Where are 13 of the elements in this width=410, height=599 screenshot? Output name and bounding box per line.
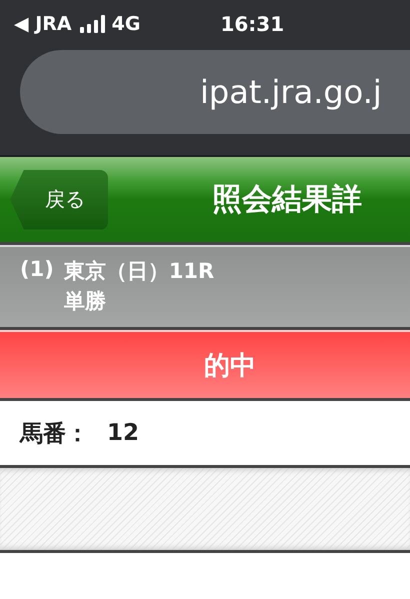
- bet-type: 単勝: [64, 288, 107, 315]
- network-label: 4G: [112, 13, 140, 35]
- race-name: 東京（日）11R: [64, 258, 214, 285]
- signal-icon: [80, 15, 106, 33]
- row-value: 12: [107, 420, 140, 446]
- row-label: 馬番：: [20, 420, 89, 448]
- page-title: 照会結果詳: [212, 181, 362, 219]
- race-number: (1): [20, 257, 54, 283]
- result-label: 的中: [204, 350, 256, 382]
- back-button[interactable]: 戻る: [10, 170, 108, 230]
- clock-time: 16:31: [220, 12, 284, 36]
- address-bar[interactable]: ipat.jra.go.j: [20, 50, 410, 134]
- back-to-app-label[interactable]: ◀ JRA: [14, 13, 72, 35]
